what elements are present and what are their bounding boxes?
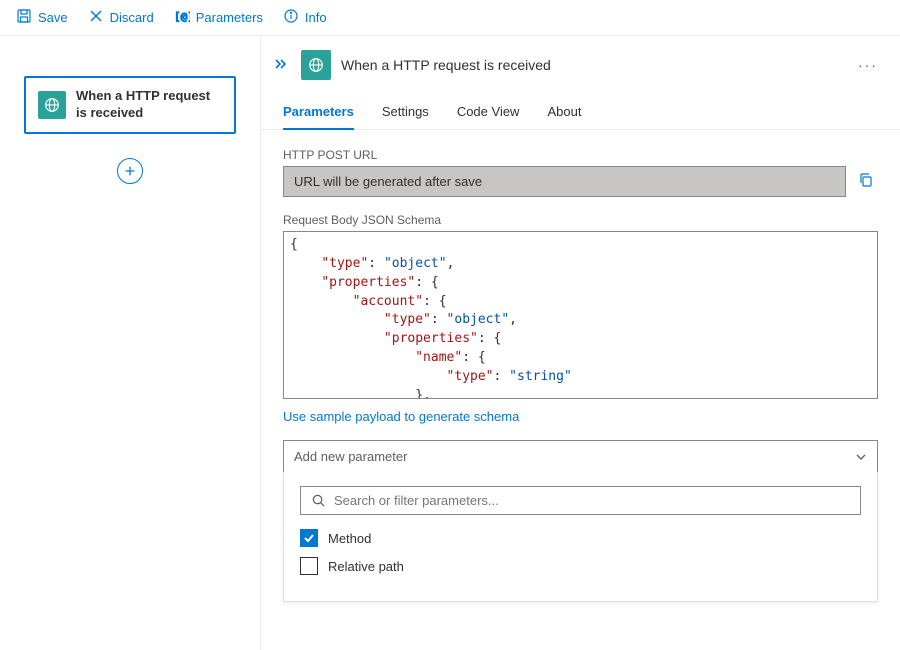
chevron-down-icon	[855, 451, 867, 463]
details-panel: When a HTTP request is received ··· Para…	[260, 36, 900, 650]
trigger-card[interactable]: When a HTTP request is received	[24, 76, 236, 134]
discard-label: Discard	[110, 10, 154, 25]
panel-tabs: Parameters Settings Code View About	[261, 96, 900, 130]
tab-parameters[interactable]: Parameters	[283, 96, 354, 129]
toolbar: Save Discard [@] Parameters Info	[0, 0, 900, 36]
save-button[interactable]: Save	[8, 4, 76, 31]
info-button[interactable]: Info	[275, 4, 335, 31]
panel-more-button[interactable]: ···	[854, 53, 882, 77]
panel-title: When a HTTP request is received	[341, 57, 844, 73]
tab-settings[interactable]: Settings	[382, 96, 429, 129]
plus-icon	[123, 164, 137, 178]
info-icon	[283, 8, 299, 27]
panel-body: HTTP POST URL URL will be generated afte…	[261, 130, 900, 650]
workspace: When a HTTP request is received When a H…	[0, 36, 900, 650]
panel-header: When a HTTP request is received ···	[261, 36, 900, 90]
parameters-button[interactable]: [@] Parameters	[166, 4, 271, 31]
http-trigger-icon	[301, 50, 331, 80]
close-icon	[88, 8, 104, 27]
checkbox-checked-icon	[300, 529, 318, 547]
url-row: URL will be generated after save	[283, 166, 878, 197]
save-icon	[16, 8, 32, 27]
copy-icon	[858, 172, 874, 188]
parameters-icon: [@]	[174, 8, 190, 27]
checkbox-unchecked-icon	[300, 557, 318, 575]
tab-about[interactable]: About	[547, 96, 581, 129]
parameter-search[interactable]	[300, 486, 861, 515]
option-method-label: Method	[328, 531, 371, 546]
http-trigger-icon	[38, 91, 66, 119]
url-value: URL will be generated after save	[283, 166, 846, 197]
chevrons-right-icon	[273, 56, 289, 72]
parameter-search-input[interactable]	[334, 493, 850, 508]
schema-label: Request Body JSON Schema	[283, 213, 878, 227]
search-icon	[311, 493, 326, 508]
sample-payload-link[interactable]: Use sample payload to generate schema	[283, 409, 519, 424]
trigger-label: When a HTTP request is received	[76, 88, 222, 122]
parameter-popup: Method Relative path	[283, 472, 878, 602]
collapse-panel-button[interactable]	[271, 54, 291, 77]
option-relative-path-label: Relative path	[328, 559, 404, 574]
parameters-label: Parameters	[196, 10, 263, 25]
option-method[interactable]: Method	[300, 529, 861, 547]
save-label: Save	[38, 10, 68, 25]
discard-button[interactable]: Discard	[80, 4, 162, 31]
tab-code-view[interactable]: Code View	[457, 96, 520, 129]
designer-canvas: When a HTTP request is received	[0, 36, 260, 650]
url-label: HTTP POST URL	[283, 148, 878, 162]
add-parameter-dropdown[interactable]: Add new parameter	[283, 440, 878, 473]
info-label: Info	[305, 10, 327, 25]
add-step-button[interactable]	[117, 158, 143, 184]
svg-text:[@]: [@]	[174, 10, 190, 23]
add-parameter-placeholder: Add new parameter	[294, 449, 407, 464]
option-relative-path[interactable]: Relative path	[300, 557, 861, 575]
schema-textarea[interactable]: { "type": "object", "properties": { "acc…	[283, 231, 878, 399]
copy-url-button[interactable]	[854, 168, 878, 195]
